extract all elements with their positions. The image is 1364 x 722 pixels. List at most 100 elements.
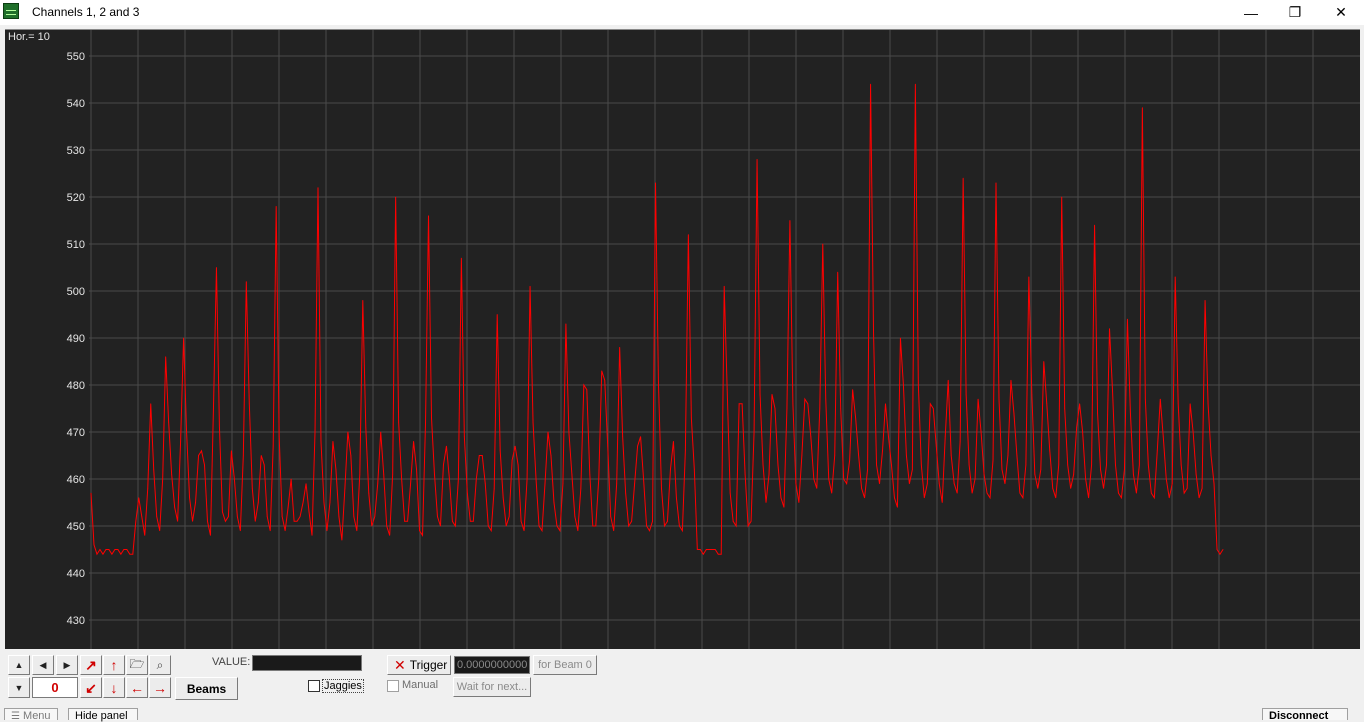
data-point: [1082, 431, 1084, 433]
data-point: [114, 549, 116, 550]
data-point: [1171, 483, 1173, 485]
data-point: [929, 403, 931, 405]
data-point: [556, 525, 558, 527]
data-point: [634, 483, 635, 485]
data-point: [864, 497, 865, 499]
data-point: [99, 549, 101, 550]
move-left-button[interactable]: ←: [126, 677, 148, 698]
data-point: [604, 379, 606, 381]
shrink-diagonal-button[interactable]: ↙: [80, 677, 102, 698]
data-point: [532, 422, 534, 423]
data-point: [870, 83, 871, 85]
data-point: [867, 469, 868, 470]
data-point: [96, 553, 98, 555]
disconnect-button[interactable]: Disconnect: [1262, 708, 1348, 722]
data-point: [595, 525, 597, 527]
data-point: [917, 384, 919, 386]
data-point: [622, 436, 624, 438]
data-point: [664, 525, 665, 527]
data-point: [1124, 469, 1125, 470]
data-point: [705, 549, 707, 550]
data-point: [586, 389, 588, 391]
data-point: [876, 464, 877, 466]
hide-panel-button[interactable]: Hide panel: [68, 708, 138, 722]
data-point: [652, 520, 653, 522]
minimize-button[interactable]: —: [1228, 0, 1274, 25]
triangle-down-icon: ▼: [14, 682, 24, 693]
data-point: [1204, 300, 1206, 301]
beam-counter[interactable]: 0: [32, 677, 78, 698]
data-point: [807, 403, 809, 405]
data-point: [849, 459, 851, 461]
data-point: [1147, 464, 1149, 466]
data-point: [1013, 412, 1015, 414]
data-point: [296, 520, 298, 522]
data-point: [90, 492, 92, 494]
data-point: [1153, 497, 1155, 499]
trigger-value-field[interactable]: 0.0000000000: [454, 656, 530, 674]
step-left-button[interactable]: ◀: [32, 655, 54, 675]
data-point: [729, 492, 731, 494]
data-point: [120, 553, 122, 555]
data-point: [1091, 464, 1092, 466]
scroll-up-button[interactable]: ▲: [8, 655, 30, 675]
data-point: [227, 516, 229, 517]
menu-label: Menu: [23, 710, 51, 722]
data-point: [1064, 408, 1066, 409]
for-beam-button[interactable]: for Beam 0: [533, 655, 597, 675]
move-right-button[interactable]: →: [149, 677, 171, 698]
wait-for-next-button[interactable]: Wait for next...: [453, 677, 531, 697]
data-point: [995, 182, 997, 184]
zoom-button[interactable]: ⌕: [149, 655, 171, 675]
open-file-button[interactable]: 🗁: [126, 655, 148, 675]
data-point: [538, 525, 540, 527]
data-point: [903, 384, 904, 386]
data-point: [332, 441, 334, 442]
data-point: [1135, 492, 1137, 494]
data-point: [174, 506, 176, 508]
data-point: [344, 488, 346, 489]
data-point: [983, 473, 985, 475]
data-point: [380, 431, 382, 433]
data-point: [529, 285, 531, 287]
jaggies-label[interactable]: Jaggies: [322, 679, 364, 693]
data-point: [601, 370, 603, 372]
data-point: [371, 525, 373, 527]
data-point: [953, 483, 955, 485]
data-point: [801, 455, 803, 456]
scroll-down-button[interactable]: ▼: [8, 677, 30, 698]
data-point: [419, 530, 420, 532]
data-point: [266, 516, 268, 517]
close-button[interactable]: ✕: [1318, 0, 1364, 25]
data-point: [693, 469, 695, 470]
data-point: [326, 530, 328, 532]
move-up-button[interactable]: ↑: [103, 655, 125, 675]
data-point: [362, 300, 364, 301]
trigger-button[interactable]: ✕ Trigger: [387, 655, 451, 675]
move-down-button[interactable]: ↓: [103, 677, 125, 698]
restore-button[interactable]: ❐: [1272, 0, 1318, 25]
data-point: [293, 520, 295, 522]
data-point: [992, 459, 994, 461]
data-point: [335, 469, 337, 470]
manual-checkbox[interactable]: [387, 680, 399, 692]
data-point: [920, 464, 922, 466]
step-right-button[interactable]: ▶: [56, 655, 78, 675]
data-point: [965, 394, 967, 395]
beams-button[interactable]: Beams: [175, 677, 238, 700]
data-point: [762, 464, 764, 466]
jaggies-checkbox[interactable]: [308, 680, 320, 692]
data-point: [828, 478, 830, 480]
manual-label: Manual: [402, 679, 439, 691]
y-axis-labels: 550 540 530 520 510 500 490 480 470 460 450 440 430: [67, 51, 85, 627]
data-point: [926, 483, 928, 485]
menu-button[interactable]: ☰ Menu: [4, 708, 58, 722]
data-point: [1201, 488, 1203, 489]
data-point: [416, 469, 417, 470]
expand-diagonal-button[interactable]: ↗: [80, 655, 102, 675]
data-point: [998, 398, 1000, 400]
data-point: [469, 520, 471, 522]
data-point: [407, 520, 408, 522]
data-point: [1150, 492, 1152, 494]
data-point: [583, 384, 585, 386]
